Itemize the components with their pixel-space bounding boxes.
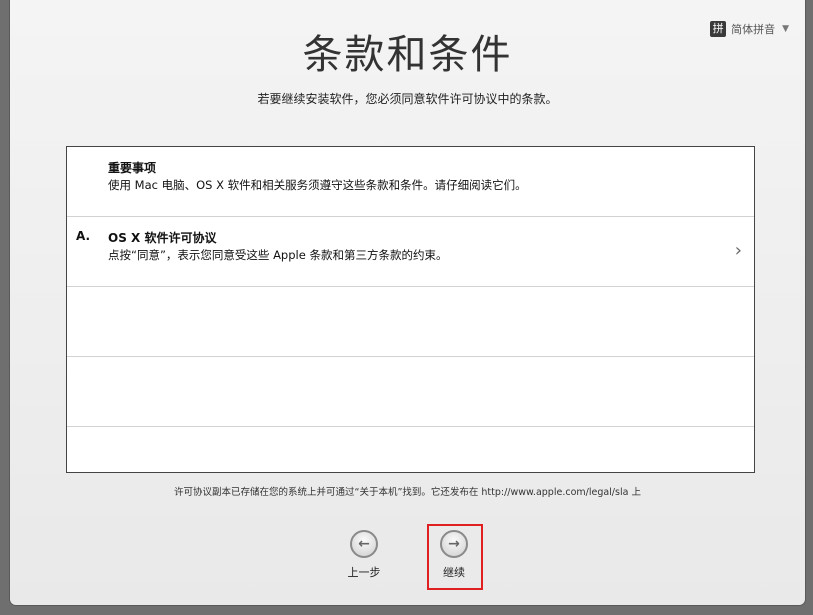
terms-item-description: 点按“同意”，表示您同意受这些 Apple 条款和第三方条款的约束。 — [108, 248, 448, 262]
terms-item-empty — [67, 287, 754, 357]
terms-item-important: 重要事项 使用 Mac 电脑、OS X 软件和相关服务须遵守这些条款和条件。请仔… — [67, 147, 754, 217]
terms-item-empty — [67, 427, 754, 471]
back-button[interactable]: ← 上一步 — [339, 530, 389, 580]
terms-list: 重要事项 使用 Mac 电脑、OS X 软件和相关服务须遵守这些条款和条件。请仔… — [66, 146, 755, 473]
terms-item-empty — [67, 357, 754, 427]
back-button-label: 上一步 — [347, 566, 381, 579]
continue-button-label: 继续 — [443, 566, 465, 579]
arrow-left-icon[interactable]: ← — [350, 530, 378, 558]
page-subtitle: 若要继续安装软件，您必须同意软件许可协议中的条款。 — [257, 92, 558, 106]
continue-button[interactable]: → 继续 — [429, 530, 479, 580]
terms-item-osx-license[interactable]: A. OS X 软件许可协议 点按“同意”，表示您同意受这些 Apple 条款和… — [67, 217, 754, 287]
terms-item-description: 使用 Mac 电脑、OS X 软件和相关服务须遵守这些条款和条件。请仔细阅读它们… — [108, 178, 527, 192]
arrow-right-icon[interactable]: → — [440, 530, 468, 558]
terms-item-title: OS X 软件许可协议 — [108, 231, 217, 245]
page-title: 条款和条件 — [302, 32, 513, 78]
terms-item-letter: A. — [76, 229, 91, 243]
license-footnote: 许可协议副本已存储在您的系统上并可通过“关于本机”找到。它还发布在 http:/… — [174, 487, 641, 498]
terms-item-title: 重要事项 — [108, 161, 157, 175]
installer-window: 拼 简体拼音 ▼ 条款和条件 若要继续安装软件，您必须同意软件许可协议中的条款。… — [10, 0, 805, 605]
chevron-right-icon[interactable]: › — [735, 242, 742, 260]
